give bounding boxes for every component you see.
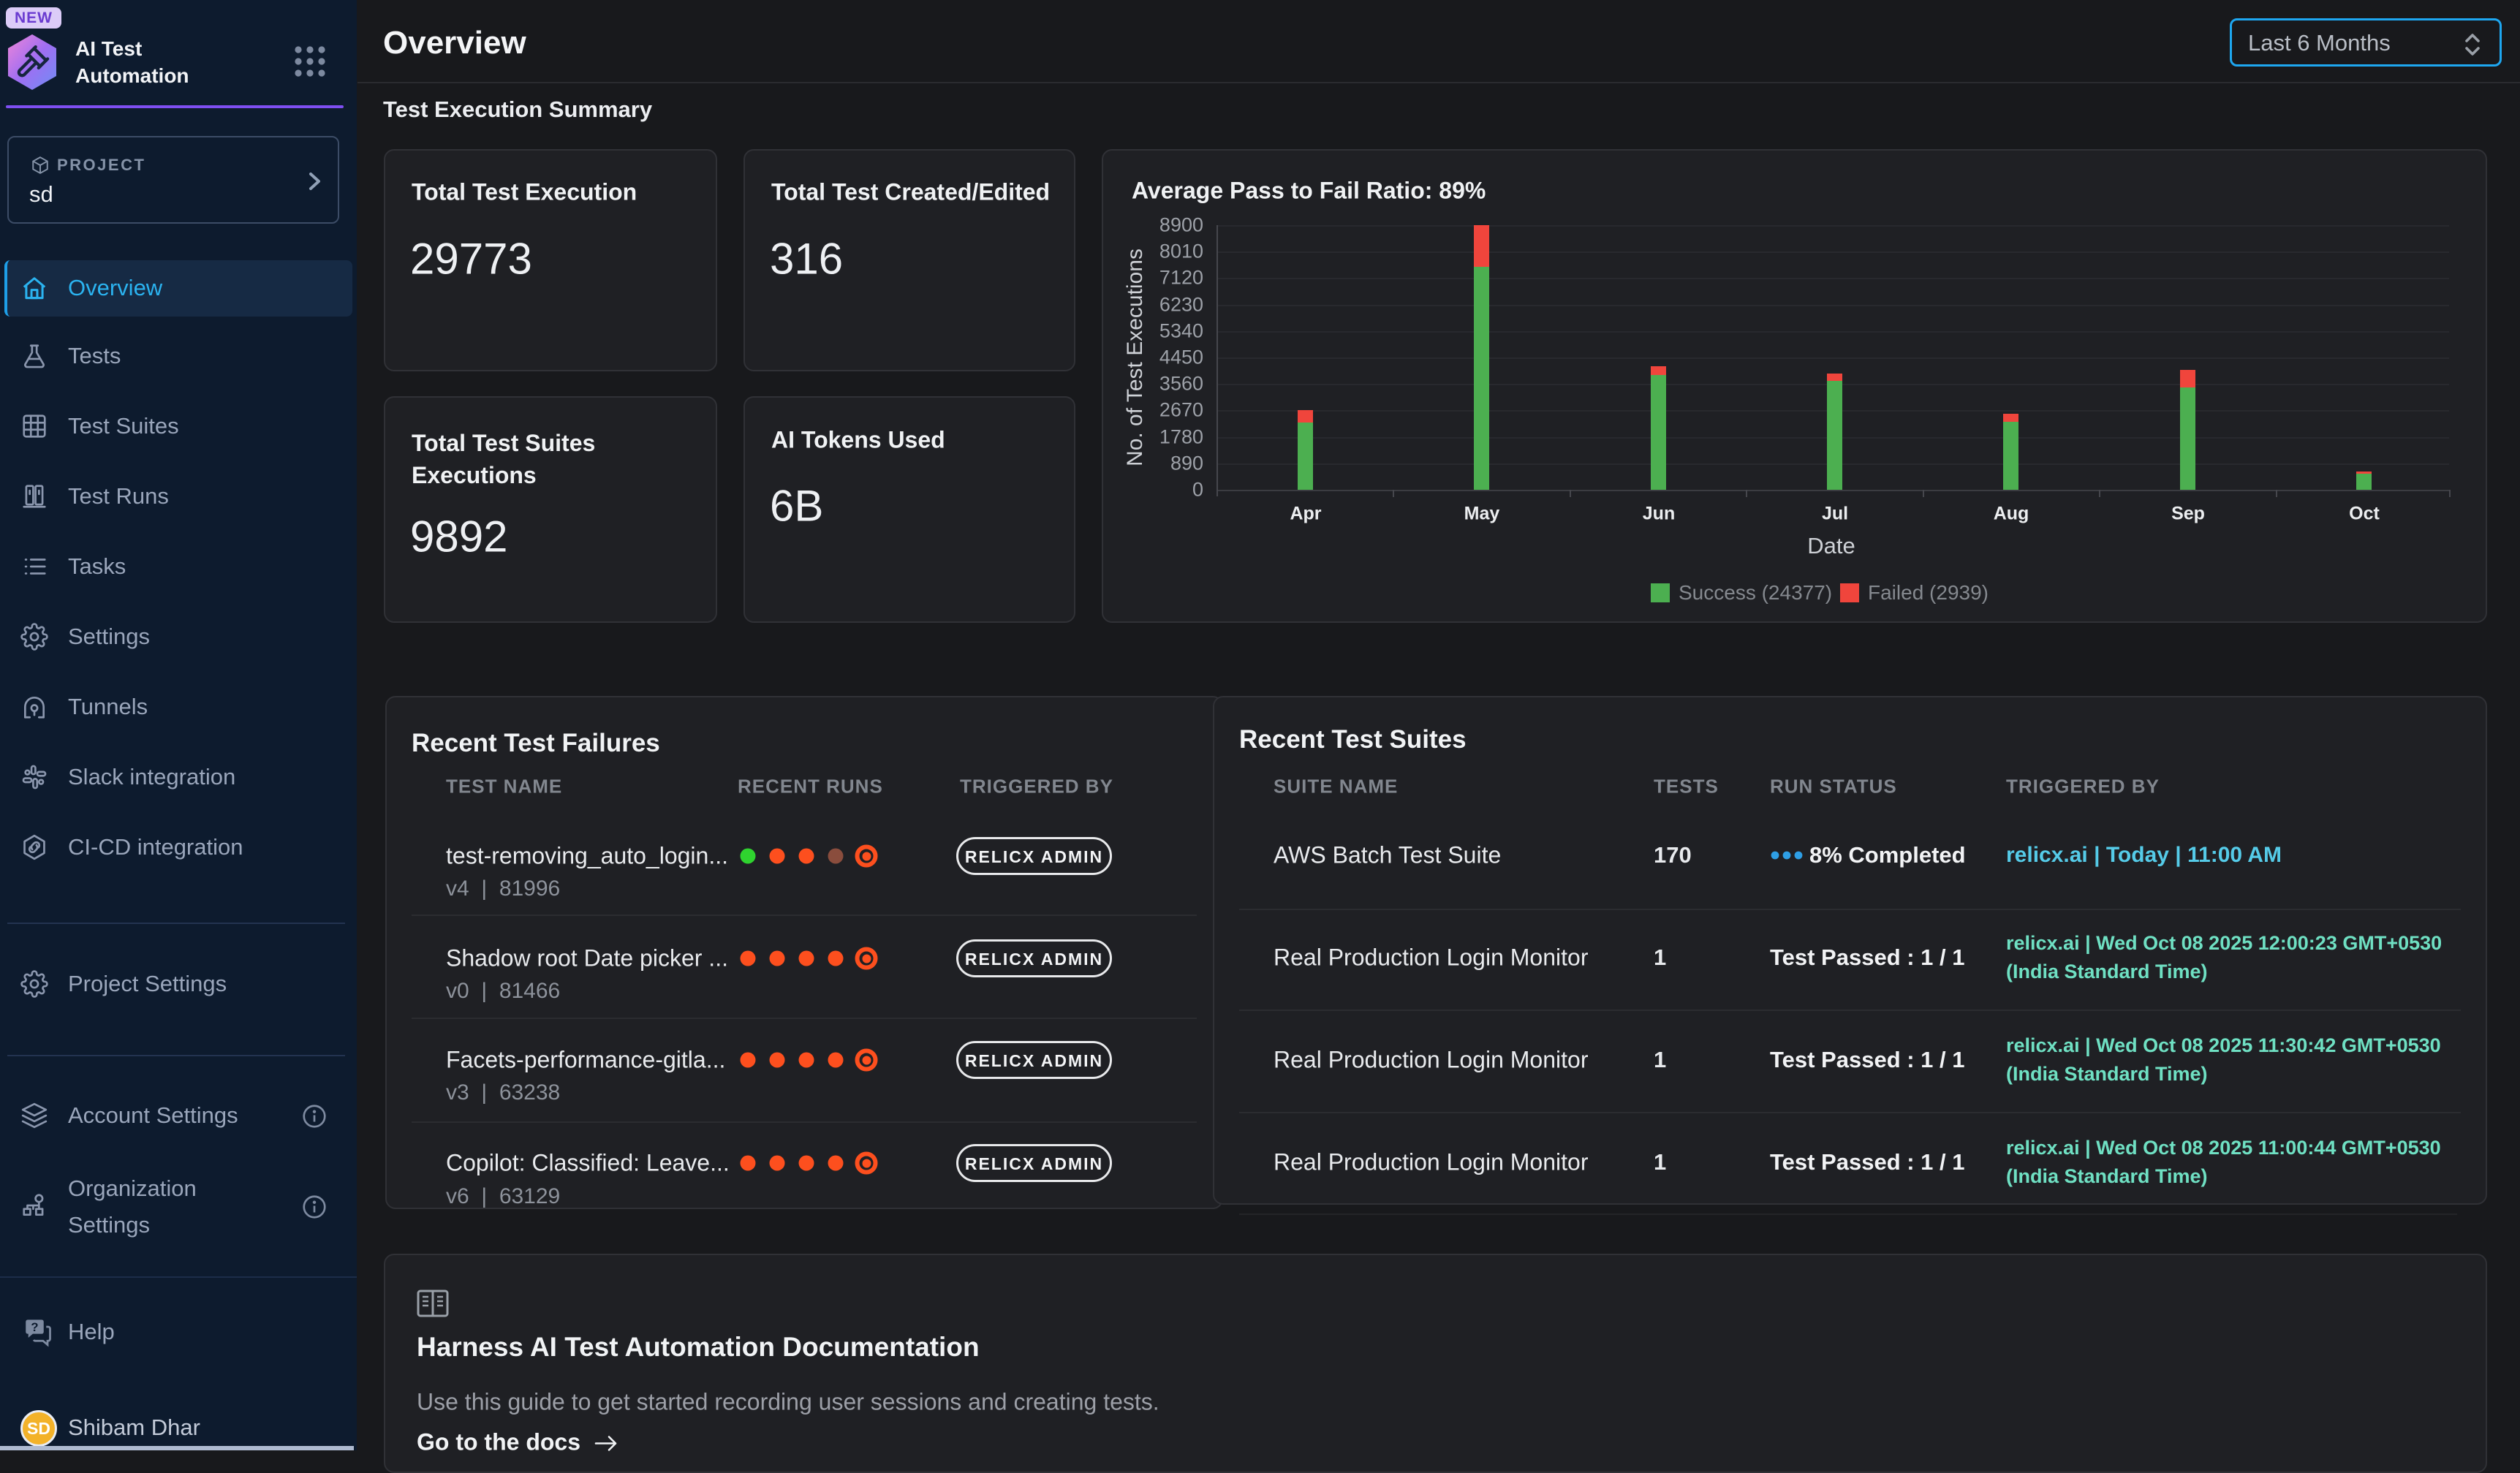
svg-text:?: ? xyxy=(31,1320,38,1334)
